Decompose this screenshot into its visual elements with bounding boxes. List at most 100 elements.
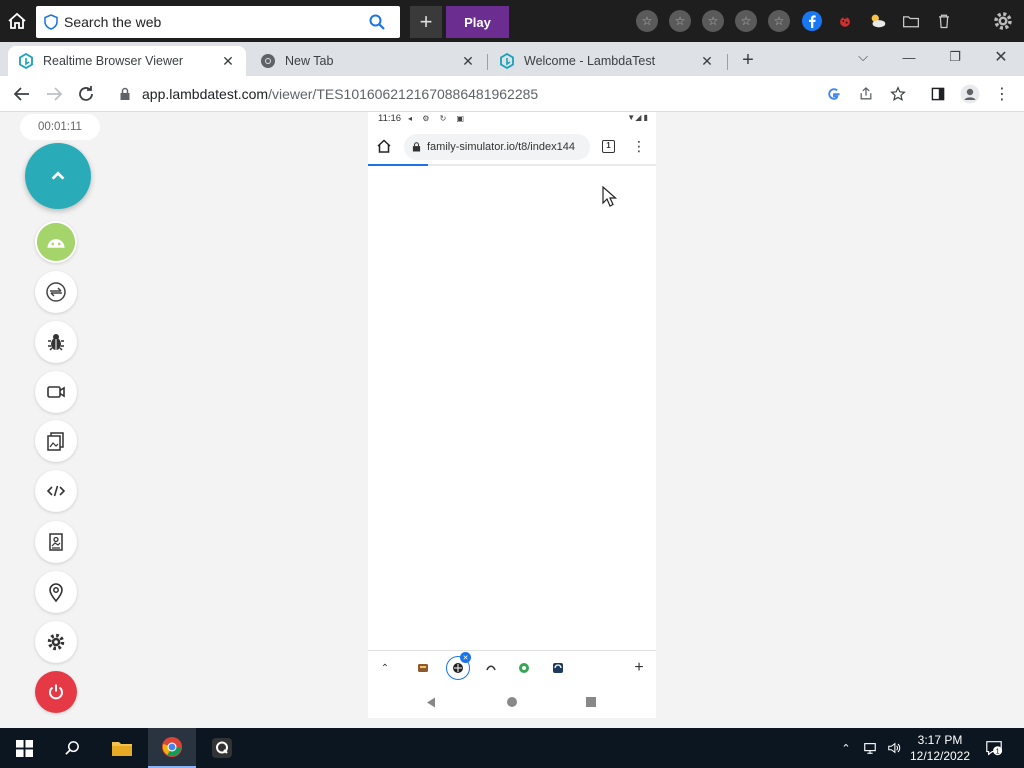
browser-toolbar: app.lambdatest.com/viewer/TES10160621216… — [0, 76, 1024, 112]
url-host: app.lambdatest.com — [142, 86, 269, 102]
address-bar[interactable]: app.lambdatest.com/viewer/TES10160621216… — [112, 80, 912, 108]
side-panel-icon[interactable] — [928, 84, 948, 104]
chrome-icon — [162, 737, 182, 757]
taskbar-search-button[interactable] — [48, 728, 96, 768]
image-injection-button[interactable] — [35, 521, 77, 563]
tab-thumbnail-icon[interactable] — [414, 659, 432, 677]
device-menu-icon[interactable]: ⋮ — [632, 138, 646, 154]
weather-icon[interactable] — [867, 10, 889, 32]
devtools-button[interactable] — [35, 470, 77, 512]
share-icon[interactable] — [856, 84, 876, 104]
profile-avatar-icon[interactable] — [960, 84, 980, 104]
lock-icon[interactable] — [118, 87, 132, 101]
home-icon[interactable] — [6, 10, 28, 32]
device-status-bar: 11:16 ◂ ⚙ ↻ ▣ ▼◢ ▮ — [378, 113, 648, 127]
lock-icon — [412, 142, 421, 152]
restore-button[interactable]: ❐ — [932, 42, 978, 72]
launcher-tray: ☆ ☆ ☆ ☆ ☆ — [636, 8, 966, 34]
network-icon[interactable] — [862, 740, 878, 756]
tab-label: Welcome - LambdaTest — [524, 54, 656, 68]
add-button[interactable]: + — [410, 6, 442, 38]
add-tab-icon[interactable]: + — [630, 659, 648, 677]
tab-thumbnail-icon[interactable] — [515, 659, 533, 677]
nav-back-icon[interactable] — [426, 697, 436, 708]
device-clock: 11:16 — [378, 113, 402, 124]
gallery-button[interactable] — [35, 420, 77, 462]
close-icon[interactable]: ✕ — [460, 652, 471, 663]
favorite-star-icon[interactable]: ☆ — [735, 10, 757, 32]
app-q-icon — [212, 738, 232, 758]
geolocation-button[interactable] — [35, 571, 77, 613]
minimize-button[interactable]: — — [886, 42, 932, 72]
bug-report-button[interactable] — [35, 321, 77, 363]
folder-icon[interactable] — [900, 10, 922, 32]
volume-icon[interactable] — [886, 740, 902, 756]
web-search-box[interactable]: Search the web — [36, 6, 400, 38]
settings-icon — [47, 633, 65, 651]
tab-label: New Tab — [285, 54, 334, 68]
rotate-device-button[interactable] — [35, 271, 77, 313]
record-video-button[interactable] — [35, 371, 77, 413]
rotate-icon — [46, 282, 66, 302]
tab-welcome-lambdatest[interactable]: Welcome - LambdaTest ✕ — [489, 46, 725, 76]
tab-switcher-button[interactable]: 1 — [602, 140, 615, 153]
folder-icon — [112, 742, 132, 756]
tab-search-dropdown[interactable]: ⌵ — [840, 42, 886, 72]
notification-count: 1 — [996, 746, 1000, 755]
tab-realtime-browser-viewer[interactable]: Realtime Browser Viewer ✕ — [8, 46, 246, 76]
device-browser-urlbar: family-simulator.io/t8/index144 1 ⋮ — [368, 130, 656, 164]
system-clock[interactable]: 3:17 PM 12/12/2022 — [905, 732, 975, 764]
tab-thumbnail-icon[interactable] — [549, 659, 567, 677]
close-window-button[interactable]: ✕ — [978, 42, 1024, 72]
close-icon[interactable]: ✕ — [460, 53, 476, 69]
device-nav-bar — [368, 686, 656, 718]
favorite-star-icon[interactable]: ☆ — [636, 10, 658, 32]
ladybug-icon[interactable] — [834, 10, 856, 32]
clock-time: 3:17 PM — [917, 733, 963, 747]
device-page-content[interactable] — [368, 166, 656, 648]
new-tab-button[interactable]: + — [738, 50, 758, 70]
close-icon[interactable]: ✕ — [699, 53, 715, 69]
trash-icon[interactable] — [933, 10, 955, 32]
home-icon[interactable] — [376, 138, 392, 154]
file-explorer-button[interactable] — [98, 728, 146, 768]
nav-home-icon[interactable] — [507, 697, 517, 707]
search-icon[interactable] — [368, 13, 386, 31]
bookmark-star-icon[interactable] — [888, 84, 908, 104]
chrome-menu-icon[interactable]: ⋮ — [992, 84, 1012, 104]
nav-recents-icon[interactable] — [586, 697, 596, 707]
forward-arrow-icon[interactable] — [44, 84, 64, 104]
end-session-button[interactable] — [35, 671, 77, 713]
url-path: /viewer/TES1016062121670886481962285 — [268, 86, 539, 102]
location-icon — [49, 583, 63, 603]
tab-thumbnail-icon[interactable] — [482, 659, 500, 677]
back-arrow-icon[interactable] — [12, 84, 32, 104]
video-icon — [47, 386, 65, 398]
chevron-up-icon[interactable]: ⌃ — [376, 659, 394, 677]
power-icon — [49, 684, 63, 700]
search-placeholder: Search the web — [64, 14, 162, 30]
gear-icon[interactable] — [992, 10, 1014, 32]
launcher-bar: Search the web + Play ☆ ☆ ☆ ☆ ☆ — [0, 0, 1024, 42]
search-icon — [64, 740, 79, 755]
favorite-star-icon[interactable]: ☆ — [768, 10, 790, 32]
chrome-taskbar-button[interactable] — [148, 728, 196, 768]
notification-center-icon[interactable]: 1 — [984, 740, 1004, 756]
tab-new-tab[interactable]: New Tab ✕ — [250, 46, 486, 76]
android-device-button[interactable] — [35, 221, 77, 263]
settings-button[interactable] — [35, 621, 77, 663]
favorite-star-icon[interactable]: ☆ — [669, 10, 691, 32]
windows-taskbar: ⌃ 3:17 PM 12/12/2022 1 — [0, 728, 1024, 768]
close-icon[interactable]: ✕ — [220, 53, 236, 69]
favorite-star-icon[interactable]: ☆ — [702, 10, 724, 32]
collapse-toolbar-button[interactable] — [25, 143, 91, 209]
facebook-icon[interactable] — [801, 10, 823, 32]
start-button[interactable] — [0, 728, 48, 768]
play-button[interactable]: Play — [446, 6, 509, 38]
google-icon[interactable] — [824, 84, 844, 104]
device-url-field[interactable]: family-simulator.io/t8/index144 — [404, 134, 590, 160]
reload-icon[interactable] — [76, 84, 96, 104]
shield-icon — [44, 14, 58, 30]
app-taskbar-button[interactable] — [198, 728, 246, 768]
chevron-up-icon[interactable]: ⌃ — [838, 740, 854, 756]
